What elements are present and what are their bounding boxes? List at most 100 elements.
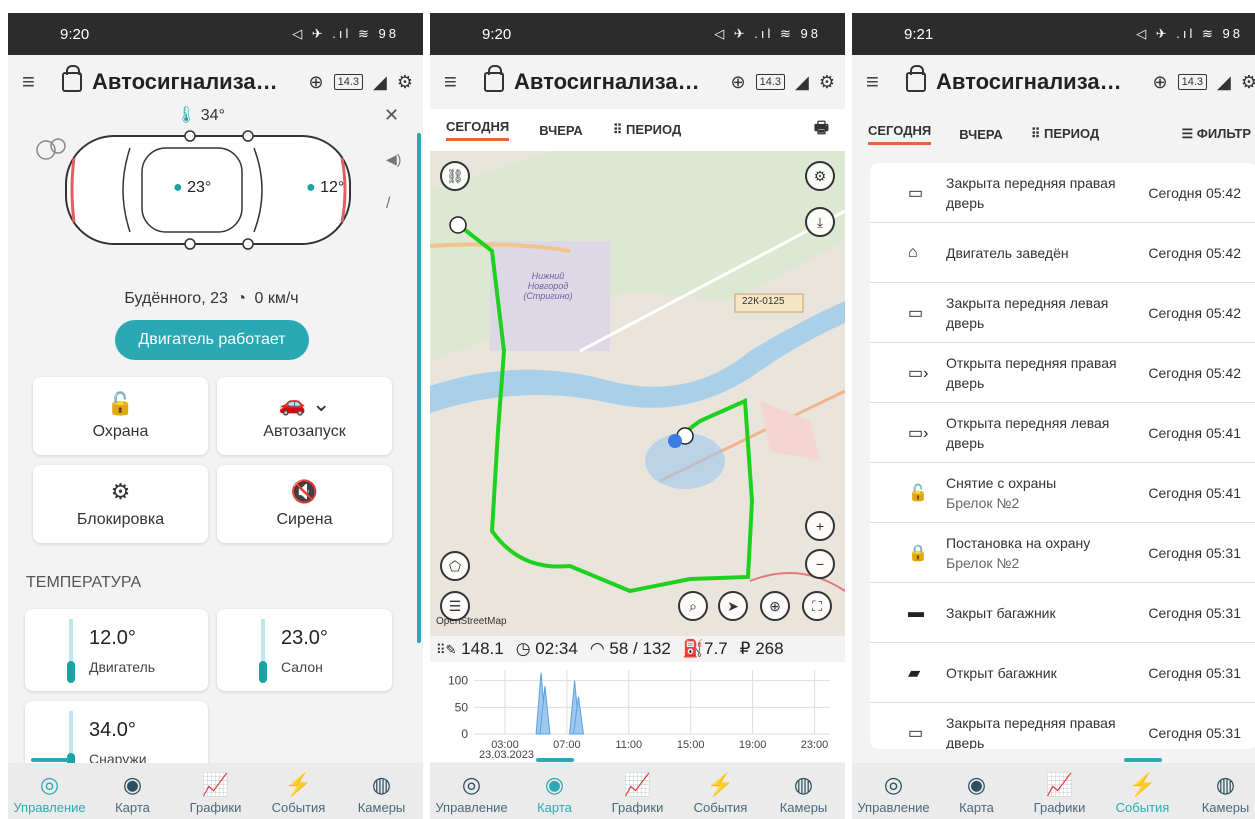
nav-charts[interactable]: 📈 Графики bbox=[176, 772, 256, 815]
nav-map[interactable]: ◉ Карта bbox=[515, 758, 595, 815]
event-date: Сегодня 05:41 bbox=[1148, 424, 1241, 441]
event-row[interactable]: 🔒 Постановка на охрану Брелок №2 Сегодня 05… bbox=[870, 523, 1255, 583]
locate-icon[interactable]: ⊕ bbox=[309, 72, 324, 93]
event-row[interactable]: ▰ Открыт багажник Сегодня 05:31 bbox=[870, 643, 1255, 703]
ruler-icon: ⠿✎ bbox=[436, 642, 457, 657]
nav-map[interactable]: ◉ Карта bbox=[93, 772, 173, 815]
zoom-in-button[interactable]: + bbox=[805, 511, 835, 541]
event-row[interactable]: ▭ Закрыта передняя правая дверь Сегодня 05… bbox=[870, 703, 1255, 750]
event-row[interactable]: ▭› Открыта передняя правая дверь Сегодня 0… bbox=[870, 343, 1255, 403]
layers-button[interactable]: ☰ bbox=[440, 591, 470, 621]
event-row[interactable]: ▬ Закрыт багажник Сегодня 05:31 bbox=[870, 583, 1255, 643]
menu-icon[interactable]: ≡ bbox=[866, 69, 900, 95]
calendar-icon: ⠿ bbox=[1030, 126, 1044, 141]
nav-charts[interactable]: 📈 Графики bbox=[1020, 772, 1100, 815]
event-title: Открыт багажник bbox=[946, 664, 1057, 681]
route-toggle-button[interactable]: ⛓ bbox=[440, 161, 470, 191]
brush-icon[interactable]: / bbox=[386, 195, 390, 213]
speed: 0 км/ч bbox=[254, 290, 299, 307]
tab-yesterday[interactable]: ВЧЕРА bbox=[959, 127, 1003, 142]
car-start-icon: 🚗 ⌄ bbox=[278, 391, 331, 416]
center-button[interactable]: ⊕ bbox=[760, 591, 790, 621]
navigate-button[interactable]: ➤ bbox=[718, 591, 748, 621]
event-date: Сегодня 05:42 bbox=[1148, 304, 1241, 321]
status-time: 9:20 bbox=[60, 25, 90, 43]
nav-events[interactable]: ⚡ События bbox=[681, 772, 761, 815]
nav-control[interactable]: ◎ Управление bbox=[432, 772, 512, 815]
speed-stat: ◠ 58 / 132 bbox=[589, 639, 671, 658]
app-title: Автосигнализа… bbox=[514, 69, 700, 94]
event-row[interactable]: ▭› Открыта передняя левая дверь Сегодня 05… bbox=[870, 403, 1255, 463]
events-list[interactable]: ▭ Закрыта передняя правая дверь Сегодня 05… bbox=[870, 163, 1255, 749]
security-card[interactable]: 🔓 Охрана bbox=[33, 377, 208, 455]
y-tick-label: 100 bbox=[448, 674, 468, 688]
event-subtitle: Брелок №2 bbox=[946, 494, 1020, 511]
autostart-card[interactable]: 🚗 ⌄ Автозапуск bbox=[217, 377, 392, 455]
front-temp: ● 23° bbox=[173, 179, 212, 196]
tab-yesterday[interactable]: ВЧЕРА bbox=[539, 123, 583, 138]
door-open-icon: ▭› bbox=[908, 364, 929, 382]
block-card[interactable]: ⚙ Блокировка bbox=[33, 465, 208, 543]
siren-card[interactable]: 🔇 Сирена bbox=[217, 465, 392, 543]
status-bar: 9:21 ◁ ✈ .ıl ≋ 98 bbox=[852, 13, 1255, 55]
nav-cameras[interactable]: ◍ Камеры bbox=[764, 772, 844, 815]
fullscreen-button[interactable]: ⛶ bbox=[802, 591, 832, 621]
scrollbar[interactable] bbox=[417, 133, 421, 643]
tools-icon[interactable]: ✕ bbox=[384, 105, 399, 126]
event-date: Сегодня 05:31 bbox=[1148, 544, 1241, 561]
event-row[interactable]: ▭ Закрыта передняя правая дверь Сегодня 05… bbox=[870, 163, 1255, 223]
menu-icon[interactable]: ≡ bbox=[444, 69, 478, 95]
chart-date-label: 23.03.2023 bbox=[479, 749, 534, 761]
lock-icon: 🔒 bbox=[908, 544, 928, 562]
nav-events[interactable]: ⚡ События bbox=[1103, 758, 1183, 815]
locate-icon[interactable]: ⊕ bbox=[1153, 72, 1168, 93]
search-button[interactable]: ⌕ bbox=[678, 591, 708, 621]
tab-today[interactable]: СЕГОДНЯ bbox=[446, 119, 510, 141]
engine-status-button[interactable]: Двигатель работает bbox=[115, 320, 309, 360]
map-settings-button[interactable]: ⚙ bbox=[805, 161, 835, 191]
event-row[interactable]: ▭ Закрыта передняя левая дверь Сегодня 05:… bbox=[870, 283, 1255, 343]
menu-icon[interactable]: ≡ bbox=[22, 69, 56, 95]
settings-icon[interactable]: ⚙ bbox=[819, 72, 835, 93]
nav-control[interactable]: ◎ Управление bbox=[854, 772, 934, 815]
nav-events[interactable]: ⚡ События bbox=[259, 772, 339, 815]
tab-today[interactable]: СЕГОДНЯ bbox=[868, 123, 932, 145]
battery-badge: 14.3 bbox=[333, 74, 364, 90]
bottom-nav: ◎ Управление ◉ Карта 📈 Графики ⚡ События ◍ Ка… bbox=[852, 758, 1255, 819]
tab-period[interactable]: ⠿ ПЕРИОД bbox=[1031, 126, 1099, 142]
nav-cameras[interactable]: ◍ Камеры bbox=[1186, 772, 1255, 815]
control-icon: ◎ bbox=[39, 772, 60, 797]
nav-charts[interactable]: 📈 Графики bbox=[598, 772, 678, 815]
signal-icon: ◢ bbox=[795, 71, 809, 92]
chart-icon: 📈 bbox=[201, 772, 230, 797]
nav-cameras[interactable]: ◍ Камеры bbox=[342, 772, 422, 815]
tab-period[interactable]: ⠿ ПЕРИОД bbox=[613, 122, 681, 138]
geofence-button[interactable]: ⬠ bbox=[440, 551, 470, 581]
speedometer-icon: ◔ bbox=[236, 290, 247, 307]
camera-icon: ◍ bbox=[793, 772, 814, 797]
event-row[interactable]: 🔓 Снятие с охраны Брелок №2 Сегодня 05:41 bbox=[870, 463, 1255, 523]
nav-map[interactable]: ◉ Карта bbox=[937, 772, 1017, 815]
filter-button[interactable]: ☰ ФИЛЬТР bbox=[1182, 126, 1251, 142]
interior-temp: 🌡 34° bbox=[176, 107, 225, 124]
settings-icon[interactable]: ⚙ bbox=[1241, 72, 1255, 93]
map[interactable]: Нижний Новгород (Стригино) 22К-0125 Open… bbox=[430, 151, 845, 636]
nav-control[interactable]: ◎ Управление bbox=[10, 758, 90, 815]
x-tick-label: 11:00 bbox=[615, 739, 642, 751]
zoom-out-button[interactable]: − bbox=[805, 549, 835, 579]
app-bar: ≡ Автосигнализа… ⊕ 14.3 ◢ ⚙ bbox=[852, 55, 1255, 109]
event-title: Открыта передняя правая дверь bbox=[946, 354, 1117, 391]
event-row[interactable]: ⌂ Двигатель заведён Сегодня 05:42 bbox=[870, 223, 1255, 283]
print-icon[interactable]: 🖶 bbox=[814, 117, 829, 144]
period-tabs: СЕГОДНЯ ВЧЕРА ⠿ ПЕРИОД ☰ ФИЛЬТР bbox=[852, 109, 1255, 159]
status-icons: ◁ ✈ .ıl ≋ 98 bbox=[714, 26, 821, 41]
event-date: Сегодня 05:42 bbox=[1148, 364, 1241, 381]
fuel-stat: ⛽7.7 bbox=[682, 639, 728, 658]
sound-icon[interactable]: ◀) bbox=[386, 151, 401, 168]
control-icon: ◎ bbox=[461, 772, 482, 797]
address: Будённого, 23 bbox=[124, 290, 228, 307]
status-icons: ◁ ✈ .ıl ≋ 98 bbox=[292, 26, 399, 41]
download-button[interactable]: ⤓ bbox=[805, 207, 835, 237]
locate-icon[interactable]: ⊕ bbox=[731, 72, 746, 93]
settings-icon[interactable]: ⚙ bbox=[397, 72, 413, 93]
